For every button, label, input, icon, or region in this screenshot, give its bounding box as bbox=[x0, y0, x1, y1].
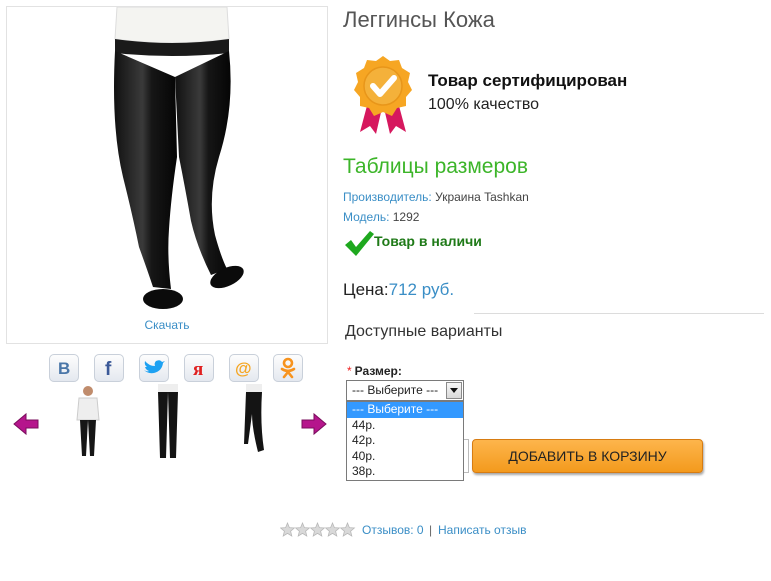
vkontakte-share-button[interactable]: В bbox=[49, 354, 79, 382]
reviews-count-link[interactable]: Отзывов: 0 bbox=[362, 523, 424, 537]
variants-title: Доступные варианты bbox=[345, 323, 503, 340]
svg-text:В: В bbox=[58, 359, 70, 378]
size-option[interactable]: 44р. bbox=[347, 418, 463, 434]
required-mark: * bbox=[347, 364, 352, 378]
svg-text:я: я bbox=[193, 359, 203, 378]
product-thumbnail[interactable] bbox=[234, 384, 274, 464]
size-select-value: --- Выберите --- bbox=[352, 383, 439, 397]
size-dropdown-list: --- Выберите --- 44р. 42р. 40р. 38р. bbox=[346, 401, 464, 481]
thumbnail-carousel bbox=[12, 384, 330, 464]
yaru-share-button[interactable]: я bbox=[184, 354, 214, 382]
twitter-share-button[interactable] bbox=[139, 354, 169, 382]
checkmark-icon bbox=[345, 231, 374, 256]
product-image[interactable]: Скачать bbox=[6, 6, 328, 344]
yaru-icon: я bbox=[193, 359, 203, 378]
model-row: Модель: 1292 bbox=[343, 210, 419, 224]
add-to-cart-button[interactable]: ДОБАВИТЬ В КОРЗИНУ bbox=[472, 439, 703, 473]
size-option[interactable]: 42р. bbox=[347, 433, 463, 449]
manufacturer-row: Производитель: Украина Tashkan bbox=[343, 190, 529, 204]
odnoklassniki-icon bbox=[280, 357, 296, 379]
separator: | bbox=[429, 523, 433, 537]
size-option[interactable]: 38р. bbox=[347, 464, 463, 480]
size-select[interactable]: --- Выберите --- bbox=[346, 380, 464, 401]
price-label: Цена: bbox=[343, 280, 389, 299]
model-value: 1292 bbox=[392, 210, 420, 224]
price-value: 712 руб. bbox=[388, 280, 455, 299]
size-option[interactable]: --- Выберите --- bbox=[347, 402, 463, 418]
facebook-share-button[interactable]: f bbox=[94, 354, 124, 382]
model-label: Модель: bbox=[343, 210, 390, 224]
product-title: Леггинсы Кожа bbox=[343, 7, 495, 32]
leggings-photo bbox=[114, 7, 244, 309]
rating-stars-icon bbox=[280, 522, 356, 537]
product-thumbnail[interactable] bbox=[148, 384, 188, 464]
size-label: * Размер: bbox=[347, 364, 402, 378]
certificate-subtitle: 100% качество bbox=[428, 96, 540, 113]
dropdown-toggle[interactable] bbox=[446, 382, 462, 399]
certificate-title: Товар сертифицирован bbox=[428, 71, 628, 90]
size-table-link[interactable]: Таблицы размеров bbox=[343, 155, 528, 179]
write-review-link[interactable]: Написать отзыв bbox=[438, 523, 526, 537]
product-thumbnail[interactable] bbox=[68, 384, 108, 464]
divider bbox=[474, 313, 764, 314]
price: Цена:712 руб. bbox=[343, 280, 454, 300]
size-option[interactable]: 40р. bbox=[347, 449, 463, 465]
manufacturer-value: Украина Tashkan bbox=[435, 190, 529, 204]
svg-text:f: f bbox=[105, 359, 112, 378]
twitter-icon bbox=[144, 360, 165, 374]
chevron-down-icon bbox=[450, 388, 458, 393]
size-label-text: Размер: bbox=[354, 364, 402, 378]
stock-status: Товар в наличи bbox=[374, 233, 482, 249]
arrow-left-icon[interactable] bbox=[12, 412, 40, 436]
manufacturer-label: Производитель: bbox=[343, 190, 432, 204]
download-link[interactable]: Скачать bbox=[7, 318, 327, 332]
facebook-icon: f bbox=[105, 359, 112, 378]
certificate-badge-icon bbox=[354, 56, 412, 134]
arrow-right-icon[interactable] bbox=[300, 412, 328, 436]
mailru-share-button[interactable]: @ bbox=[229, 354, 259, 382]
vkontakte-icon: В bbox=[58, 359, 70, 378]
mailru-icon: @ bbox=[235, 359, 252, 378]
odnoklassniki-share-button[interactable] bbox=[273, 354, 303, 382]
svg-text:@: @ bbox=[235, 359, 252, 378]
